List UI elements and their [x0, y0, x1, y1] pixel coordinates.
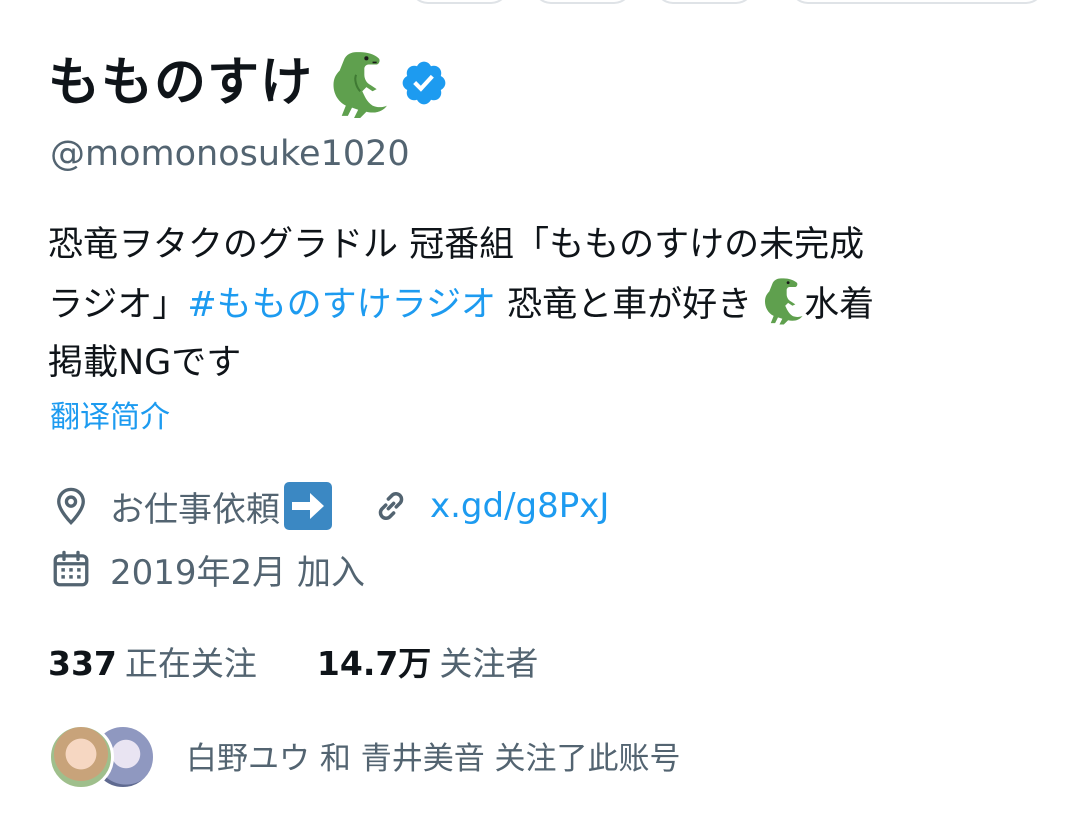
followed-by-row[interactable]: 白野ユウ 和 青井美音 关注了此账号	[48, 720, 681, 790]
followers-label: 关注者	[439, 644, 539, 683]
follower-avatars	[48, 720, 158, 790]
following-count: 337	[48, 644, 117, 683]
translate-bio-link[interactable]: 翻译简介	[50, 397, 170, 439]
action-button-edge[interactable]	[655, 0, 754, 4]
bio-text: ラジオ」	[48, 285, 188, 325]
bio-line: 恐竜ヲタクのグラドル 冠番組「もものすけの未完成	[48, 225, 865, 265]
follow-stats: 337 正在关注 14.7万 关注者	[48, 637, 538, 685]
link-icon	[378, 492, 404, 520]
bio-line: 掲載NGです	[48, 343, 242, 383]
profile-name: もものすけ	[48, 53, 314, 113]
top-action-buttons-edge	[0, 0, 1080, 6]
profile-name-row: もものすけ	[48, 46, 449, 120]
website-link-group[interactable]: x.gd/g8PxJ	[370, 485, 609, 527]
hashtag-link[interactable]: #もものすけラジオ	[187, 285, 496, 325]
profile-bio: 恐竜ヲタクのグラドル 冠番組「もものすけの未完成 ラジオ」#もものすけラジオ 恐…	[48, 216, 1038, 392]
dinosaur-icon	[765, 278, 803, 325]
location-pin-icon	[57, 487, 85, 525]
profile-meta-row: お仕事依頼 x.gd/g8PxJ	[50, 480, 609, 532]
dinosaur-icon	[333, 52, 387, 118]
action-button-edge[interactable]	[410, 0, 509, 4]
avatar	[48, 724, 114, 790]
website-link[interactable]: x.gd/g8PxJ	[430, 486, 609, 526]
bio-line: ラジオ」#もものすけラジオ 恐竜と車が好き 水着	[48, 274, 1038, 334]
calendar-icon	[53, 550, 89, 587]
following-label: 正在关注	[124, 644, 257, 683]
bio-text: 恐竜と車が好き	[495, 285, 753, 325]
profile-handle: @momonosuke1020	[50, 134, 410, 174]
following-stat[interactable]: 337 正在关注	[48, 637, 257, 685]
location-text: お仕事依頼	[110, 489, 280, 530]
bio-text: 水着	[804, 285, 875, 325]
joined-date: 2019年2月 加入	[110, 552, 365, 593]
verified-badge-icon[interactable]	[399, 58, 449, 108]
right-arrow-emoji-icon	[284, 482, 332, 530]
followed-by-text: 白野ユウ 和 青井美音 关注了此账号	[186, 740, 681, 777]
followers-count: 14.7万	[316, 644, 432, 683]
action-button-edge[interactable]	[533, 0, 632, 4]
follow-button-edge[interactable]	[790, 0, 1044, 4]
followers-stat[interactable]: 14.7万 关注者	[317, 637, 538, 685]
profile-meta-row: 2019年2月 加入	[50, 543, 365, 595]
